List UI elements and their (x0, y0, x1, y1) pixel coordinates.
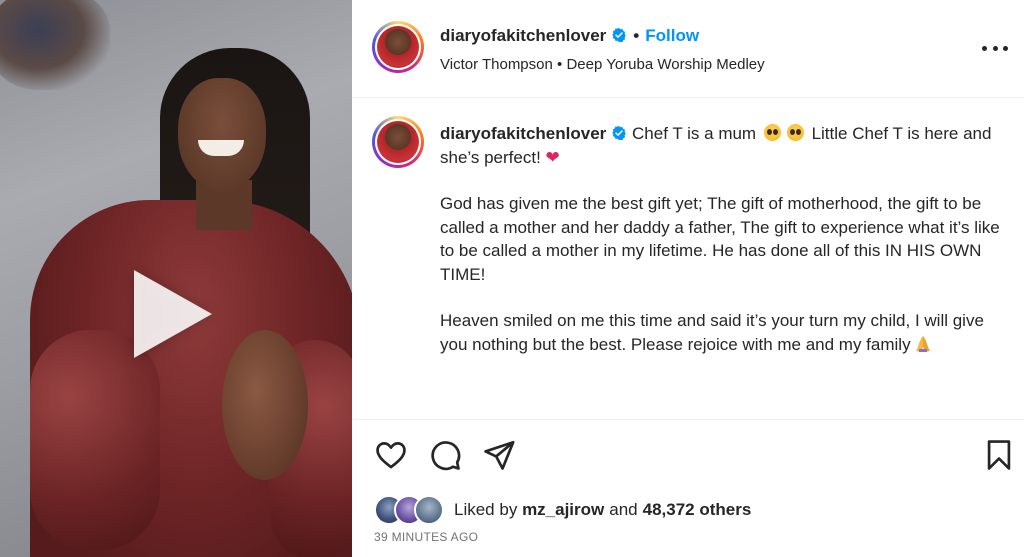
avatar-ring-inner (375, 24, 421, 70)
caption-author-avatar[interactable] (372, 116, 424, 168)
caption-paragraph-3: Heaven smiled on me this time and said i… (440, 309, 1000, 356)
header-author-line: diaryofakitchenlover • Follow (440, 26, 699, 46)
comment-bubble-icon (431, 441, 461, 471)
caption-paragraph-2: God has given me the best gift yet; The … (440, 194, 1000, 284)
video-frame-belly (222, 330, 308, 480)
caption-text-a: Chef T is a mum (632, 124, 757, 143)
author-username[interactable]: diaryofakitchenlover (440, 26, 606, 45)
more-dot (992, 45, 998, 51)
avatar-photo (377, 26, 419, 68)
red-heart-emoji-icon: ❤ (545, 147, 560, 167)
likes-others-count[interactable]: 48,372 others (643, 500, 752, 520)
save-button[interactable] (982, 438, 1016, 472)
likes-summary[interactable]: Liked by mz_ajirow and 48,372 others (374, 494, 751, 526)
author-avatar[interactable] (372, 21, 424, 73)
audio-artist[interactable]: Victor Thompson (440, 56, 553, 73)
post-header: diaryofakitchenlover • Follow Victor Thomp… (352, 0, 1024, 98)
post-actions (352, 432, 1024, 476)
post-video[interactable] (0, 0, 352, 557)
liker-avatars (374, 495, 446, 525)
likes-and: and (609, 500, 638, 519)
play-icon[interactable] (134, 270, 212, 358)
praying-hands-emoji-icon (915, 335, 930, 352)
post-timestamp[interactable]: 39 MINUTES AGO (374, 530, 478, 544)
like-button[interactable] (374, 438, 408, 472)
caption-text-c: Heaven smiled on me this time and said i… (440, 311, 984, 354)
more-dot (1003, 45, 1008, 51)
paper-plane-icon (484, 440, 515, 470)
avatar-ring-inner (375, 119, 421, 165)
post-caption: diaryofakitchenlover Chef T is a mum Lit… (440, 122, 1000, 356)
more-horizontal-icon (982, 45, 987, 51)
video-frame-sleeve-left (30, 330, 160, 550)
avatar-photo (377, 121, 419, 163)
likes-top-user[interactable]: mz_ajirow (522, 500, 604, 520)
bookmark-icon (987, 440, 1011, 470)
verified-badge-icon (612, 126, 627, 141)
pleading-face-emoji-icon (786, 124, 804, 141)
video-frame-face (178, 78, 266, 190)
audio-attribution[interactable]: Victor Thompson • Deep Yoruba Worship Me… (440, 56, 765, 73)
caption-paragraph-1: diaryofakitchenlover Chef T is a mum Lit… (440, 122, 1000, 169)
follow-button[interactable]: Follow (645, 26, 699, 45)
more-options-button[interactable] (982, 38, 1008, 58)
comment-button[interactable] (428, 438, 462, 472)
share-button[interactable] (482, 438, 516, 472)
audio-track[interactable]: Deep Yoruba Worship Medley (566, 56, 764, 73)
audio-separator: • (557, 56, 563, 73)
caption-username[interactable]: diaryofakitchenlover (440, 124, 606, 143)
background-blur (0, 0, 110, 90)
header-separator: • (633, 26, 640, 45)
actions-divider (352, 419, 1024, 420)
post-side-panel: diaryofakitchenlover • Follow Victor Thomp… (352, 0, 1024, 557)
pleading-face-emoji-icon (763, 124, 781, 141)
likes-prefix: Liked by (454, 500, 518, 519)
heart-outline-icon (376, 442, 406, 469)
verified-badge-icon (612, 28, 627, 43)
liker-avatar (414, 495, 444, 525)
